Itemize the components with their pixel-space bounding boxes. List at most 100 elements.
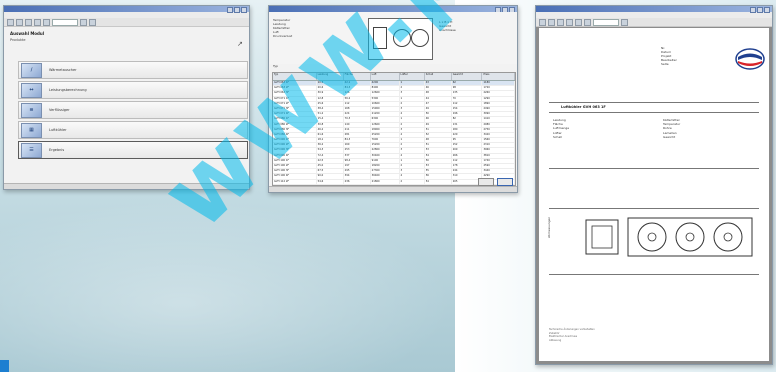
table-cell: 3 (400, 169, 425, 174)
next-page-icon[interactable] (584, 18, 591, 26)
table-cell: 21200 (371, 112, 400, 117)
close-preview-icon[interactable] (621, 18, 628, 26)
panel-subtitle: Produkte (10, 38, 26, 42)
table-cell: 281 (344, 132, 371, 138)
close-icon[interactable] (764, 7, 770, 13)
table-cell: 46 (425, 117, 452, 122)
module-item[interactable]: ↔ Leistungsberechnung (18, 81, 248, 99)
table-cell: 394 (344, 174, 371, 179)
close-icon[interactable] (241, 7, 247, 13)
document-title: Luftkühler GVH 063 1F (561, 105, 606, 109)
maximize-icon[interactable] (757, 7, 763, 13)
corner-accent (0, 360, 9, 372)
back-icon[interactable] (80, 18, 87, 26)
table-cell: 2 (400, 101, 425, 106)
toolbar-combo[interactable] (52, 18, 78, 26)
table-cell: 2750 (482, 127, 515, 132)
divider (549, 102, 759, 103)
table-cell: 1720 (482, 86, 515, 91)
table-cell: 70 (452, 96, 483, 101)
print-icon[interactable] (34, 18, 41, 26)
column-header[interactable]: Lüfter (400, 73, 425, 80)
toolbar (4, 18, 249, 27)
table-cell: 2260 (482, 91, 515, 96)
table-cell: 180 (452, 127, 483, 132)
table-cell: 135 (452, 91, 483, 96)
column-header[interactable]: Gewicht (452, 73, 483, 80)
table-cell: 49 (425, 106, 452, 112)
table-cell: 209 (452, 148, 483, 153)
cancel-button[interactable] (478, 178, 494, 186)
table-cell: 2 (400, 164, 425, 169)
table-cell: 2080 (482, 122, 515, 127)
table-cell: 67,5 (317, 169, 344, 174)
table-cell: 253 (344, 148, 371, 153)
table-cell: 51 (425, 127, 452, 132)
dialog-buttons (478, 178, 513, 186)
table-cell: 1560 (482, 138, 515, 143)
table-cell: 3090 (482, 112, 515, 117)
table-cell: 51 (425, 143, 452, 148)
calculation-icon: ↔ (21, 82, 42, 98)
table-cell: 3420 (482, 132, 515, 138)
print-icon[interactable] (539, 18, 546, 26)
air-cooler-icon: ▦ (21, 122, 42, 138)
datasheet-preview-window: Nr. Datum Projekt Bearbeiter Seite Luftk… (535, 5, 773, 365)
column-header[interactable]: Preis (482, 73, 515, 80)
table-cell: 337 (344, 153, 371, 158)
table-cell: 3 (400, 91, 425, 96)
table-cell: 1 (400, 81, 425, 86)
table-cell: 112 (452, 101, 483, 106)
status-bar (269, 186, 517, 192)
page-field[interactable] (593, 18, 619, 26)
table-cell: 1 (400, 117, 425, 122)
table-cell: 52 (425, 132, 452, 138)
table-cell: 1 (400, 158, 425, 163)
table-cell: 18900 (371, 127, 400, 132)
table-cell: 72,4 (317, 153, 344, 158)
document-header: Nr. Datum Projekt Bearbeiter Seite (661, 46, 677, 66)
new-icon[interactable] (7, 18, 14, 26)
table-cell: 3 (400, 148, 425, 153)
dimensions-label: Abmessungen (547, 216, 551, 238)
minimize-icon[interactable] (750, 7, 756, 13)
zoom-in-icon[interactable] (548, 18, 555, 26)
datasheet-page: Nr. Datum Projekt Bearbeiter Seite Luftk… (539, 28, 769, 361)
prev-page-icon[interactable] (575, 18, 582, 26)
table-cell: 2590 (482, 164, 515, 169)
table-cell: 2310 (482, 143, 515, 148)
table-cell: 22,5 (317, 158, 344, 163)
table-cell: 154 (452, 106, 483, 112)
maximize-icon[interactable] (234, 7, 240, 13)
table-cell: 295 (344, 169, 371, 174)
table-cell: 44 (425, 96, 452, 101)
table-cell: 53 (425, 164, 452, 169)
table-cell: 55 (425, 169, 452, 174)
table-cell: 6300 (371, 117, 400, 122)
table-cell: 90,0 (317, 174, 344, 179)
table-cell: 54,6 (317, 179, 344, 184)
save-icon[interactable] (25, 18, 32, 26)
minimize-icon[interactable] (227, 7, 233, 13)
copy-icon[interactable] (43, 18, 50, 26)
zoom-out-icon[interactable] (557, 18, 564, 26)
table-cell: 244 (452, 169, 483, 174)
module-item[interactable]: ∕ Wärmetauscher (18, 61, 248, 79)
table-cell: 4 (400, 112, 425, 117)
table-cell: 30400 (371, 153, 400, 158)
open-icon[interactable] (16, 18, 23, 26)
first-page-icon[interactable] (566, 18, 573, 26)
table-cell: 54 (425, 153, 452, 158)
ok-button[interactable] (497, 178, 513, 186)
table-cell: 229 (452, 132, 483, 138)
collapse-icon[interactable]: ↗ (237, 40, 243, 48)
table-cell: 53 (425, 148, 452, 153)
table-cell: 152 (452, 143, 483, 148)
forward-icon[interactable] (89, 18, 96, 26)
table-cell: 2 (400, 122, 425, 127)
document-notes: Technische Änderungen vorbehalten Zubehö… (549, 328, 595, 342)
table-cell: 196 (452, 112, 483, 117)
column-header[interactable]: Schall (425, 73, 452, 80)
table-cell: 266 (452, 153, 483, 158)
table-cell: 47 (425, 101, 452, 106)
